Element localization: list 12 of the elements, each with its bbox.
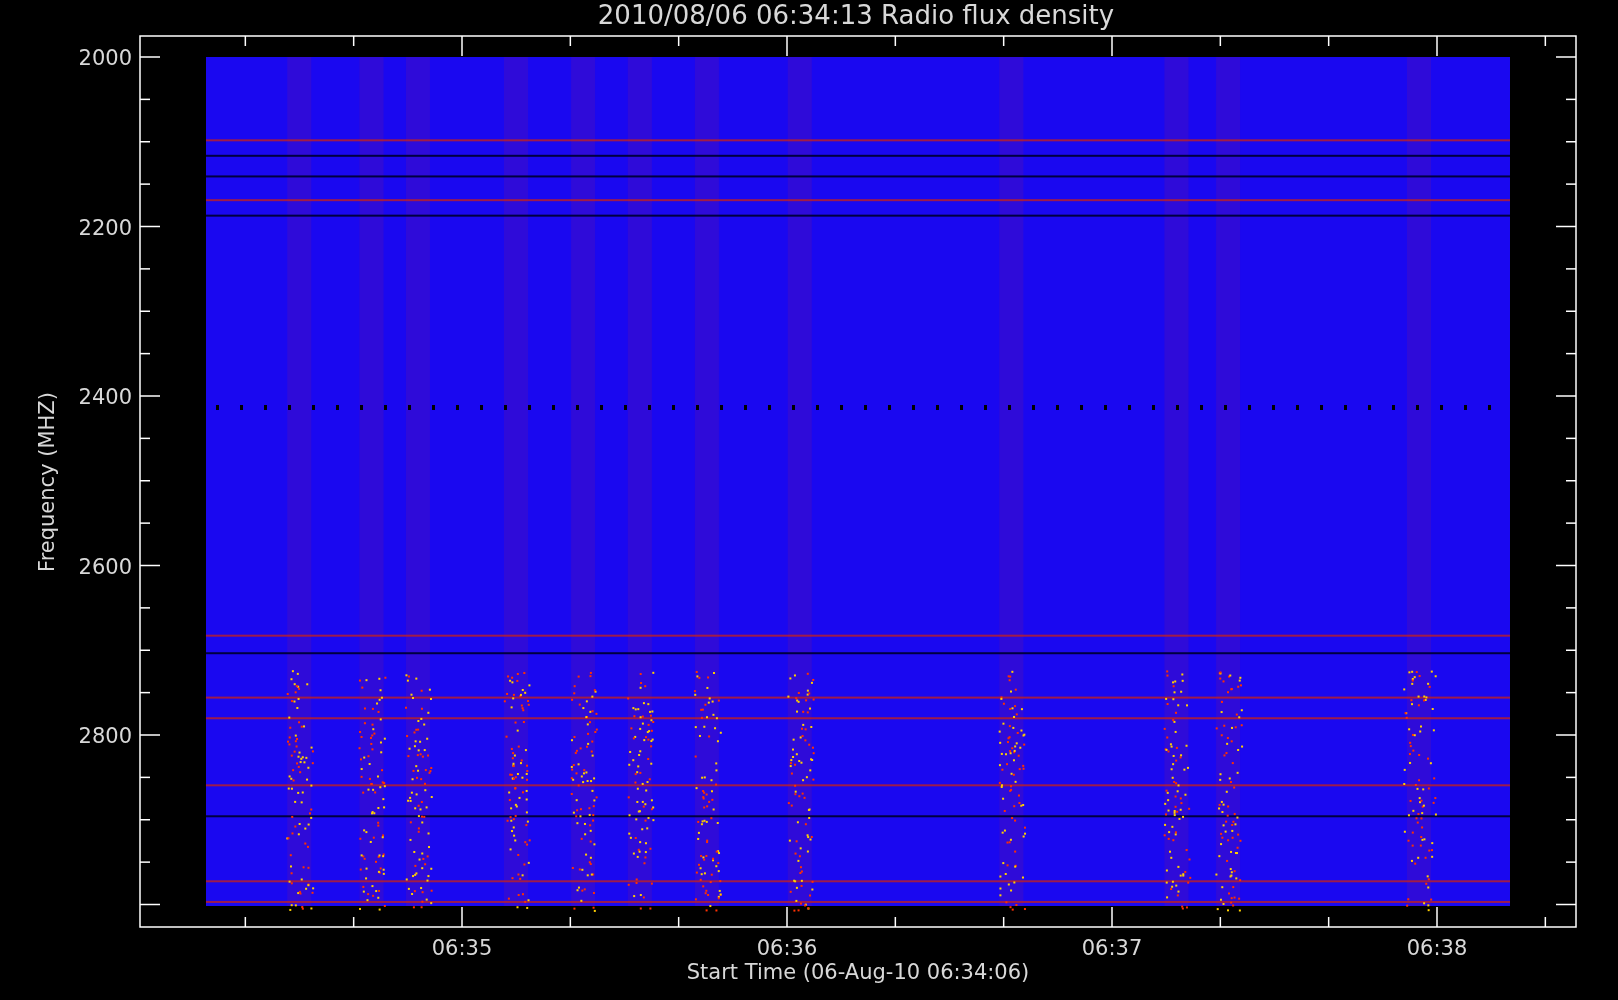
chart-title: 2010/08/06 06:34:13 Radio flux density <box>597 0 1115 30</box>
x-tick-label: 06:35 <box>431 936 493 960</box>
y-tick-label: 2600 <box>78 554 132 579</box>
y-tick-label: 2800 <box>78 724 132 748</box>
x-axis-label: Start Time (06-Aug-10 06:34:06) <box>686 960 1030 984</box>
x-tick-label: 06:38 <box>1406 936 1468 960</box>
x-tick-label: 06:36 <box>756 936 818 960</box>
y-tick-label: 2000 <box>78 46 132 70</box>
y-axis-label: Frequency (MHZ) <box>35 392 59 572</box>
x-tick-label: 06:37 <box>1081 936 1143 960</box>
y-tick-label: 2400 <box>78 385 132 409</box>
y-tick-label: 2200 <box>78 215 132 240</box>
